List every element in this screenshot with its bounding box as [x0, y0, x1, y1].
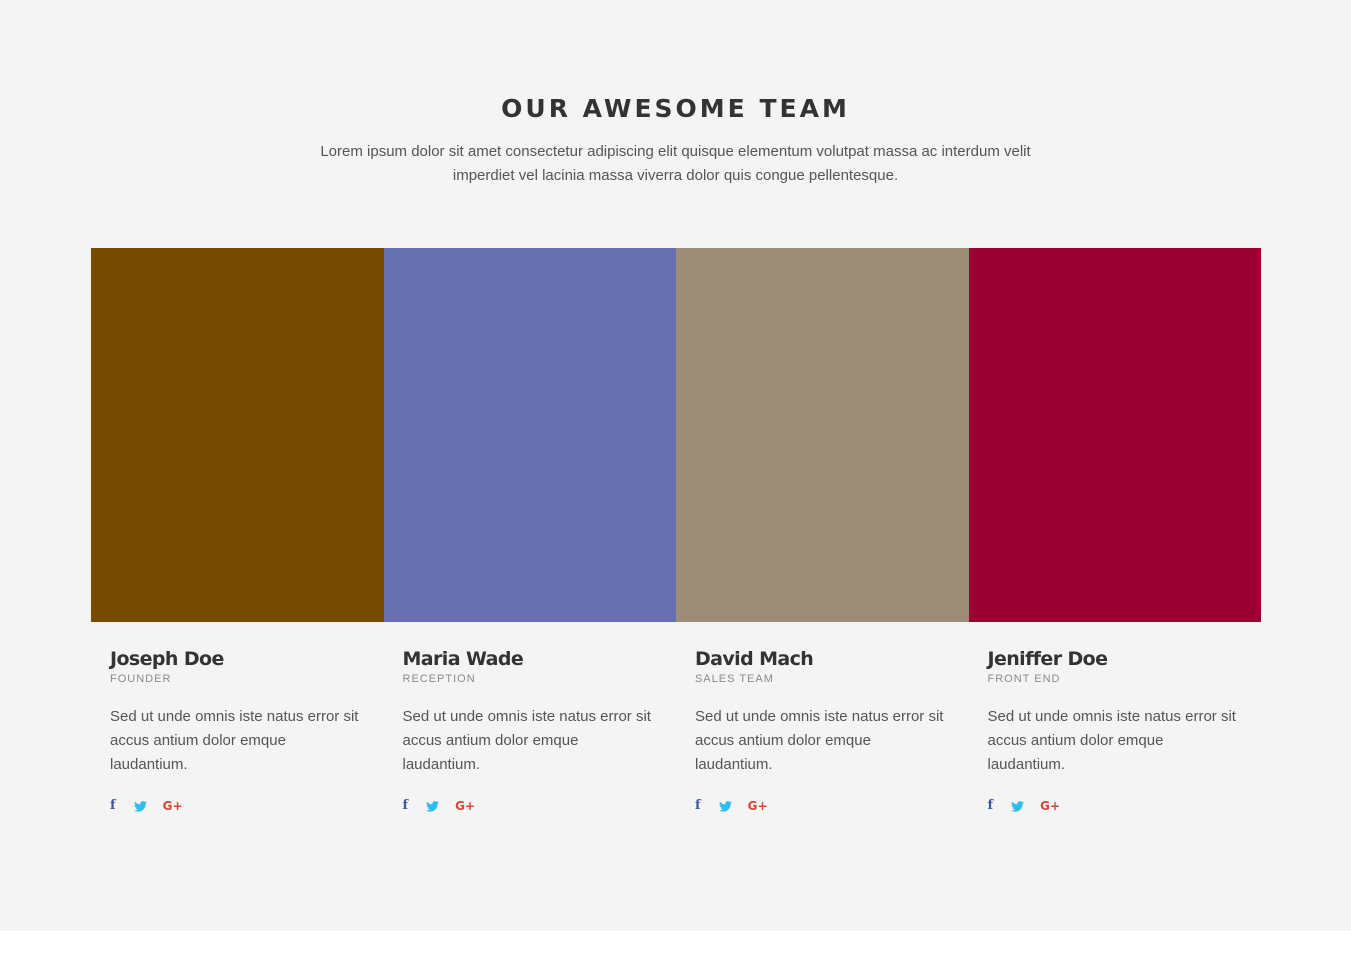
- twitter-icon[interactable]: [718, 800, 732, 812]
- google-plus-icon[interactable]: G+: [163, 798, 183, 814]
- google-plus-icon[interactable]: G+: [1040, 798, 1060, 814]
- member-name: David Mach: [695, 648, 814, 670]
- team-member-card: Jeniffer Doe FRONT END Sed ut unde omnis…: [968, 248, 1262, 816]
- twitter-icon[interactable]: [1011, 800, 1025, 812]
- member-photo: [91, 248, 384, 622]
- twitter-icon[interactable]: [133, 800, 147, 812]
- member-info: Joseph Doe FOUNDER Sed ut unde omnis ist…: [91, 622, 384, 816]
- member-name: Joseph Doe: [110, 648, 224, 670]
- section-title: OUR AWESOME TEAM: [501, 94, 850, 123]
- member-info: David Mach SALES TEAM Sed ut unde omnis …: [676, 622, 969, 816]
- team-member-card: Maria Wade RECEPTION Sed ut unde omnis i…: [383, 248, 677, 816]
- member-bio: Sed ut unde omnis iste natus error sit a…: [695, 708, 944, 773]
- team-member-card: David Mach SALES TEAM Sed ut unde omnis …: [676, 248, 969, 816]
- member-bio: Sed ut unde omnis iste natus error sit a…: [110, 708, 359, 773]
- member-name: Jeniffer Doe: [987, 648, 1109, 670]
- google-plus-icon[interactable]: G+: [748, 798, 768, 814]
- member-role: RECEPTION: [402, 673, 476, 685]
- social-links: f G+: [695, 796, 950, 816]
- team-section: OUR AWESOME TEAM Lorem ipsum dolor sit a…: [0, 0, 1351, 931]
- team-grid: Joseph Doe FOUNDER Sed ut unde omnis ist…: [91, 248, 1261, 816]
- social-links: f G+: [988, 796, 1243, 816]
- facebook-icon[interactable]: f: [988, 798, 994, 814]
- member-role: FOUNDER: [110, 673, 172, 685]
- member-info: Maria Wade RECEPTION Sed ut unde omnis i…: [384, 622, 677, 816]
- social-links: f G+: [403, 796, 658, 816]
- member-photo: [968, 248, 1261, 622]
- member-role: SALES TEAM: [695, 673, 774, 685]
- member-name: Maria Wade: [402, 648, 524, 670]
- google-plus-icon[interactable]: G+: [455, 798, 475, 814]
- twitter-icon[interactable]: [426, 800, 440, 812]
- member-role: FRONT END: [987, 673, 1061, 685]
- facebook-icon[interactable]: f: [110, 798, 116, 814]
- member-bio: Sed ut unde omnis iste natus error sit a…: [402, 708, 651, 773]
- member-photo: [676, 248, 969, 622]
- facebook-icon[interactable]: f: [695, 798, 701, 814]
- facebook-icon[interactable]: f: [403, 798, 409, 814]
- member-info: Jeniffer Doe FRONT END Sed ut unde omnis…: [969, 622, 1262, 816]
- social-links: f G+: [110, 796, 365, 816]
- member-bio: Sed ut unde omnis iste natus error sit a…: [987, 708, 1236, 773]
- member-photo: [383, 248, 676, 622]
- team-member-card: Joseph Doe FOUNDER Sed ut unde omnis ist…: [91, 248, 384, 816]
- section-subtitle: Lorem ipsum dolor sit amet consectetur a…: [320, 143, 1031, 184]
